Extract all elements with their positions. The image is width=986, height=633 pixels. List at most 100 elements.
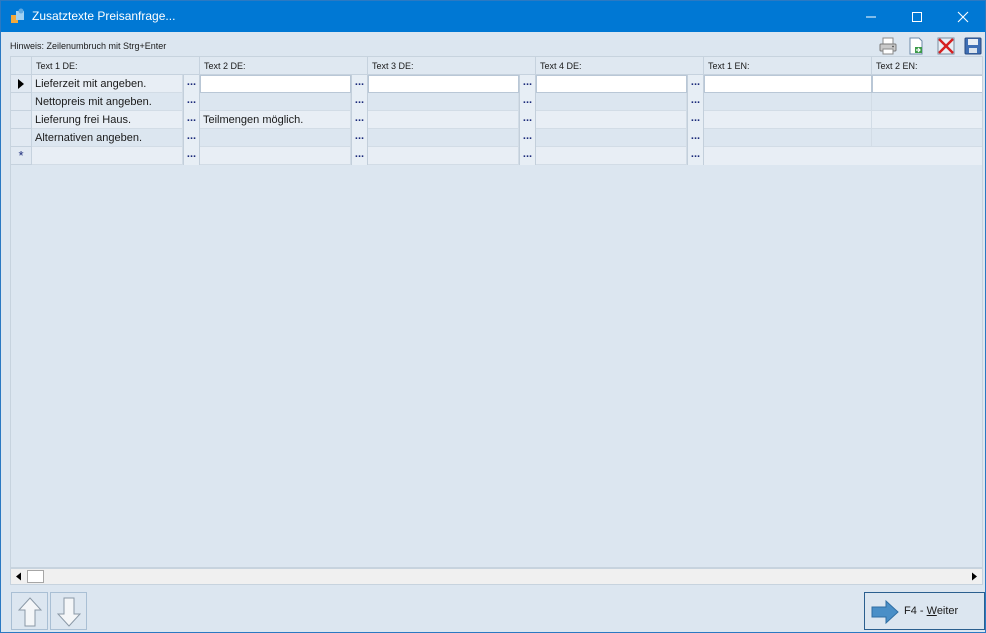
grid-cell[interactable]: [536, 75, 687, 93]
print-button[interactable]: [878, 36, 898, 56]
header-corner: [11, 57, 32, 75]
row-selector[interactable]: [11, 111, 32, 129]
grid-cell[interactable]: [200, 93, 351, 111]
ellipsis-button[interactable]: ...: [687, 129, 704, 147]
grid-header: Text 1 DE: Text 2 DE: Text 3 DE: Text 4 …: [11, 57, 982, 75]
grid-cell[interactable]: Teilmengen möglich.: [200, 111, 351, 129]
window-title: Zusatztexte Preisanfrage...: [32, 9, 176, 23]
grid-cell[interactable]: [872, 129, 982, 147]
maximize-icon: [912, 12, 922, 22]
scroll-left-button[interactable]: [11, 569, 27, 584]
grid-cell[interactable]: Lieferzeit mit angeben.: [32, 75, 183, 93]
ellipsis-button[interactable]: ...: [687, 75, 704, 93]
grid-cell[interactable]: [32, 147, 183, 165]
ellipsis-button[interactable]: ...: [351, 147, 368, 165]
grid-cell[interactable]: [368, 111, 519, 129]
arrow-right-icon: [871, 599, 899, 625]
export-button[interactable]: [906, 36, 926, 56]
app-icon: [11, 8, 24, 23]
current-row-icon: [18, 79, 24, 89]
arrow-up-icon: [18, 597, 42, 627]
scroll-thumb[interactable]: [27, 570, 44, 583]
grid-cell[interactable]: [368, 75, 519, 93]
table-row[interactable]: Alternativen angeben. ... ... ... ...: [11, 129, 982, 147]
ellipsis-button[interactable]: ...: [183, 93, 200, 111]
row-selector[interactable]: [11, 75, 32, 93]
ellipsis-button[interactable]: ...: [351, 93, 368, 111]
ellipsis-button[interactable]: ...: [687, 111, 704, 129]
ellipsis-button[interactable]: ...: [351, 75, 368, 93]
grid-cell[interactable]: [200, 75, 351, 93]
grid-cell[interactable]: [704, 93, 872, 111]
move-up-button[interactable]: [11, 592, 48, 630]
ellipsis-button[interactable]: ...: [351, 111, 368, 129]
grid-cell[interactable]: [536, 129, 687, 147]
table-row[interactable]: Lieferung frei Haus. ... Teilmengen mögl…: [11, 111, 982, 129]
grid-cell[interactable]: [368, 147, 519, 165]
export-icon: [909, 37, 923, 55]
grid-cell[interactable]: [200, 129, 351, 147]
minimize-icon: [866, 16, 876, 18]
column-header[interactable]: Text 2 EN:: [872, 57, 982, 75]
grid-cell[interactable]: [536, 147, 687, 165]
new-row-marker[interactable]: *: [11, 147, 32, 165]
column-header[interactable]: Text 2 DE:: [200, 57, 368, 75]
ellipsis-button[interactable]: ...: [183, 129, 200, 147]
delete-button[interactable]: [936, 36, 956, 56]
grid-cell[interactable]: Nettopreis mit angeben.: [32, 93, 183, 111]
ellipsis-button[interactable]: ...: [519, 147, 536, 165]
row-selector[interactable]: [11, 93, 32, 111]
new-row[interactable]: * ... ... ... ...: [11, 147, 982, 165]
ellipsis-button[interactable]: ...: [687, 93, 704, 111]
ellipsis-button[interactable]: ...: [519, 111, 536, 129]
grid-cell[interactable]: Lieferung frei Haus.: [32, 111, 183, 129]
title-bar[interactable]: Zusatztexte Preisanfrage...: [1, 1, 985, 32]
ellipsis-button[interactable]: ...: [687, 147, 704, 165]
grid-cell[interactable]: [368, 129, 519, 147]
ellipsis-button[interactable]: ...: [183, 75, 200, 93]
move-down-button[interactable]: [50, 592, 87, 630]
next-mnemonic: W: [926, 605, 937, 617]
arrow-right-icon: [972, 572, 977, 581]
horizontal-scrollbar[interactable]: [10, 568, 983, 585]
grid-cell[interactable]: [536, 93, 687, 111]
scroll-right-button[interactable]: [966, 569, 982, 584]
text-grid[interactable]: Text 1 DE: Text 2 DE: Text 3 DE: Text 4 …: [10, 56, 983, 568]
grid-cell[interactable]: [872, 93, 982, 111]
minimize-button[interactable]: [848, 1, 894, 32]
next-key: F4 -: [904, 605, 927, 617]
next-button-label: F4 - Weiter: [904, 605, 958, 617]
column-header[interactable]: Text 1 EN:: [704, 57, 872, 75]
arrow-down-icon: [57, 597, 81, 627]
printer-icon: [879, 37, 897, 55]
ellipsis-button[interactable]: ...: [519, 129, 536, 147]
close-button[interactable]: [940, 1, 985, 32]
column-header[interactable]: Text 3 DE:: [368, 57, 536, 75]
next-button[interactable]: F4 - Weiter: [864, 592, 985, 630]
column-header[interactable]: Text 1 DE:: [32, 57, 200, 75]
table-row[interactable]: Lieferzeit mit angeben. ... ... ... ...: [11, 75, 982, 93]
grid-cell[interactable]: [200, 147, 351, 165]
delete-icon: [937, 37, 955, 55]
grid-cell[interactable]: [704, 147, 872, 165]
column-header[interactable]: Text 4 DE:: [536, 57, 704, 75]
ellipsis-button[interactable]: ...: [183, 111, 200, 129]
ellipsis-button[interactable]: ...: [183, 147, 200, 165]
save-button[interactable]: [963, 36, 983, 56]
grid-cell[interactable]: [872, 75, 982, 93]
grid-cell[interactable]: [704, 75, 872, 93]
ellipsis-button[interactable]: ...: [519, 75, 536, 93]
save-icon: [964, 37, 982, 55]
grid-cell[interactable]: [704, 129, 872, 147]
maximize-button[interactable]: [894, 1, 940, 32]
row-selector[interactable]: [11, 129, 32, 147]
grid-cell[interactable]: Alternativen angeben.: [32, 129, 183, 147]
grid-cell[interactable]: [704, 111, 872, 129]
grid-cell[interactable]: [368, 93, 519, 111]
ellipsis-button[interactable]: ...: [351, 129, 368, 147]
ellipsis-button[interactable]: ...: [519, 93, 536, 111]
grid-cell[interactable]: [872, 111, 982, 129]
next-rest: eiter: [936, 605, 959, 617]
grid-cell[interactable]: [536, 111, 687, 129]
table-row[interactable]: Nettopreis mit angeben. ... ... ... ...: [11, 93, 982, 111]
